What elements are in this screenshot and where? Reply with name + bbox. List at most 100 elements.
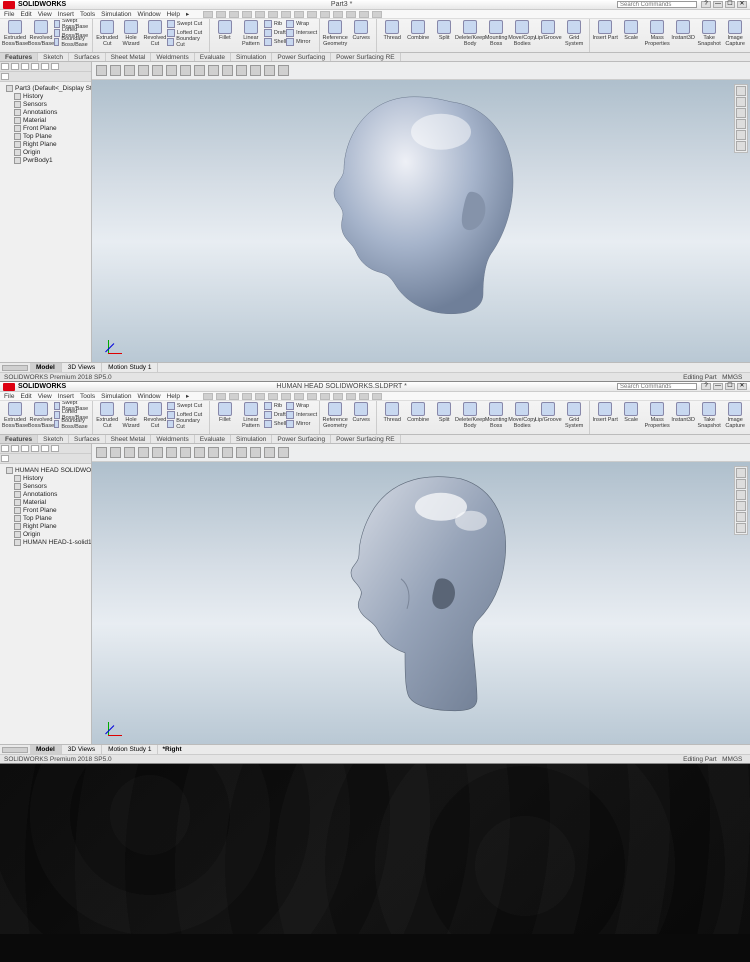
tree-node[interactable]: Origin <box>2 530 89 538</box>
menu-item[interactable]: Simulation <box>101 393 131 400</box>
view-tool-icon[interactable] <box>222 65 233 76</box>
ribbon-small-button[interactable]: Boundary Cut <box>167 419 207 428</box>
panel-tab-icon[interactable] <box>1 445 9 452</box>
panel-tab-icon[interactable] <box>11 63 19 70</box>
view-tool-icon[interactable] <box>166 65 177 76</box>
ribbon-button[interactable]: Mounting Boss <box>483 401 509 434</box>
qat-button-icon[interactable] <box>255 393 265 400</box>
tree-node[interactable]: Top Plane <box>2 514 89 522</box>
command-tab[interactable]: Features <box>0 435 38 443</box>
ribbon-button[interactable]: Combine <box>405 401 431 434</box>
view-tool-icon[interactable] <box>180 447 191 458</box>
tree-node[interactable]: Right Plane <box>2 140 89 148</box>
view-tool-icon[interactable] <box>96 65 107 76</box>
close-icon[interactable]: ✕ <box>737 383 747 390</box>
qat-button-icon[interactable] <box>333 393 343 400</box>
tree-node[interactable]: Right Plane <box>2 522 89 530</box>
close-icon[interactable]: ✕ <box>737 1 747 8</box>
panel-tab-icon[interactable] <box>41 63 49 70</box>
view-tool-icon[interactable] <box>152 447 163 458</box>
ribbon-button[interactable]: Curves <box>348 401 374 434</box>
ribbon-button[interactable]: Linear Pattern <box>238 19 264 52</box>
ribbon-button[interactable]: Hole Wizard <box>119 401 143 434</box>
graphics-viewport[interactable] <box>92 444 750 744</box>
tree-node[interactable]: Top Plane <box>2 132 89 140</box>
ribbon-button[interactable]: Reference Geometry <box>322 19 348 52</box>
task-pane-tab-icon[interactable] <box>736 523 746 533</box>
ribbon-button[interactable]: Linear Pattern <box>238 401 264 434</box>
h-scrollbar[interactable] <box>2 747 28 753</box>
arrow-icon[interactable]: ▸ <box>186 10 189 18</box>
menu-item[interactable]: Window <box>137 393 160 400</box>
qat-button-icon[interactable] <box>216 393 226 400</box>
qat-button-icon[interactable] <box>359 393 369 400</box>
ribbon-button[interactable]: Mounting Boss <box>483 19 509 52</box>
ribbon-small-button[interactable]: Wrap <box>286 401 317 410</box>
view-tool-icon[interactable] <box>110 65 121 76</box>
view-tool-icon[interactable] <box>138 447 149 458</box>
orientation-triad[interactable] <box>100 716 120 736</box>
arrow-icon[interactable]: ▸ <box>186 392 189 400</box>
tree-node[interactable]: PwrBody1 <box>2 156 89 164</box>
task-pane-tab-icon[interactable] <box>736 501 746 511</box>
task-pane-tab-icon[interactable] <box>736 141 746 151</box>
command-tab[interactable]: Simulation <box>231 53 272 61</box>
menu-item[interactable]: Window <box>137 11 160 18</box>
task-pane-tab-icon[interactable] <box>736 479 746 489</box>
qat-button-icon[interactable] <box>268 393 278 400</box>
ribbon-small-button[interactable]: Draft <box>264 410 286 419</box>
view-tool-icon[interactable] <box>180 65 191 76</box>
command-tab[interactable]: Surfaces <box>69 53 106 61</box>
command-tab[interactable]: Sheet Metal <box>106 53 152 61</box>
command-tab[interactable]: Weldments <box>151 435 194 443</box>
bottom-tab[interactable]: Motion Study 1 <box>102 745 158 754</box>
ribbon-small-button[interactable]: Mirror <box>286 37 317 46</box>
ribbon-button[interactable]: Delete/Keep Body <box>457 401 483 434</box>
command-tab[interactable]: Power Surfacing <box>272 53 331 61</box>
qat-button-icon[interactable] <box>268 11 278 18</box>
command-tab[interactable]: Power Surfacing RE <box>331 435 401 443</box>
ribbon-button[interactable]: Insert Part <box>592 19 618 52</box>
ribbon-button[interactable]: Extruded Cut <box>95 19 119 52</box>
qat-button-icon[interactable] <box>320 393 330 400</box>
task-pane-tab-icon[interactable] <box>736 512 746 522</box>
qat-button-icon[interactable] <box>346 11 356 18</box>
ribbon-small-button[interactable]: Shell <box>264 419 286 428</box>
orientation-triad[interactable] <box>100 334 120 354</box>
ribbon-small-button[interactable]: Draft <box>264 28 286 37</box>
tree-node[interactable]: Sensors <box>2 482 89 490</box>
view-tool-icon[interactable] <box>264 447 275 458</box>
qat-button-icon[interactable] <box>242 393 252 400</box>
ribbon-small-button[interactable]: Boundary Boss/Base <box>54 37 90 46</box>
menu-item[interactable]: File <box>4 11 14 18</box>
ribbon-button[interactable]: Take Snapshot <box>696 401 722 434</box>
menu-item[interactable]: File <box>4 393 14 400</box>
task-pane-tab-icon[interactable] <box>736 86 746 96</box>
ribbon-button[interactable]: Revolved Cut <box>143 401 167 434</box>
menu-item[interactable]: Help <box>167 11 180 18</box>
ribbon-button[interactable]: Combine <box>405 19 431 52</box>
ribbon-button[interactable]: Lip/Groove <box>535 401 561 434</box>
bottom-tab[interactable]: Motion Study 1 <box>102 363 158 372</box>
tree-node[interactable]: Front Plane <box>2 506 89 514</box>
tree-node[interactable]: Material <box>2 116 89 124</box>
ribbon-button[interactable]: Split <box>431 401 457 434</box>
ribbon-button[interactable]: Instant3D <box>670 19 696 52</box>
ribbon-button[interactable]: Mass Properties <box>644 19 670 52</box>
ribbon-button[interactable]: Revolved Boss/Base <box>28 401 54 434</box>
ribbon-small-button[interactable]: Boundary Boss/Base <box>54 419 90 428</box>
view-tool-icon[interactable] <box>194 447 205 458</box>
ribbon-button[interactable]: Split <box>431 19 457 52</box>
ribbon-small-button[interactable]: Mirror <box>286 419 317 428</box>
tree-node[interactable]: Material <box>2 498 89 506</box>
ribbon-button[interactable]: Insert Part <box>592 401 618 434</box>
ribbon-button[interactable]: Extruded Boss/Base <box>2 401 28 434</box>
panel-tab-icon[interactable] <box>51 445 59 452</box>
qat-button-icon[interactable] <box>333 11 343 18</box>
ribbon-button[interactable]: Revolved Boss/Base <box>28 19 54 52</box>
qat-button-icon[interactable] <box>359 11 369 18</box>
menu-item[interactable]: Edit <box>20 11 31 18</box>
ribbon-button[interactable]: Move/Copy Bodies <box>509 19 535 52</box>
view-tool-icon[interactable] <box>152 65 163 76</box>
view-tool-icon[interactable] <box>222 447 233 458</box>
